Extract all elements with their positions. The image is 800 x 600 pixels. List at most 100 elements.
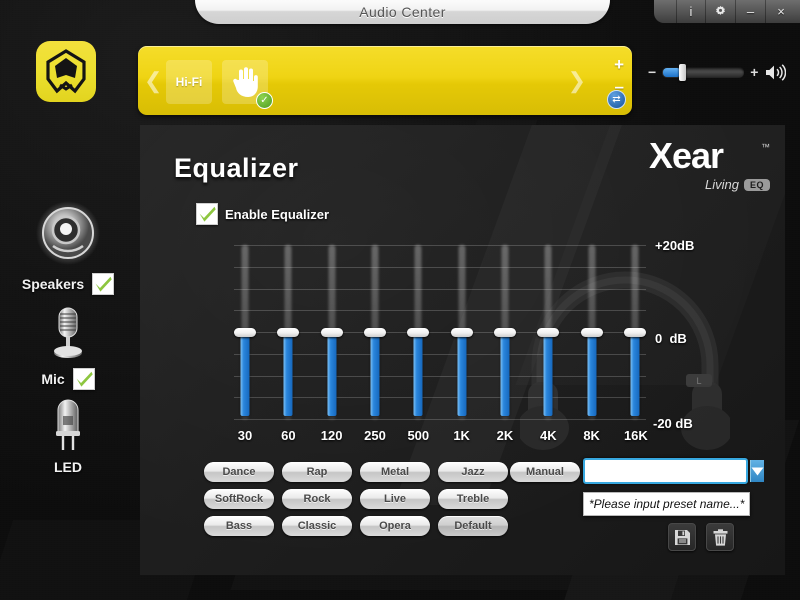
sidebar-item-led[interactable]: LED: [0, 390, 136, 475]
preset-button-opera[interactable]: Opera: [360, 516, 430, 536]
enable-equalizer-check[interactable]: [196, 203, 218, 225]
app-logo[interactable]: [36, 41, 96, 102]
preset-button-softrock[interactable]: SoftRock: [204, 489, 274, 509]
preset-button-rap[interactable]: Rap: [282, 462, 352, 482]
equalizer-band-thumb[interactable]: [493, 328, 516, 337]
equalizer-band-30[interactable]: [234, 245, 256, 420]
xear-logo: Xear ™ Living EQ: [649, 138, 770, 192]
equalizer-band-thumb[interactable]: [234, 328, 256, 337]
preset-button-metal[interactable]: Metal: [360, 462, 430, 482]
preset-button-rock[interactable]: Rock: [282, 489, 352, 509]
volume-slider-thumb[interactable]: [679, 63, 687, 81]
volume-slider[interactable]: [662, 63, 745, 81]
chevron-right-icon[interactable]: ❯: [568, 68, 586, 94]
volume-increase-button[interactable]: +: [750, 65, 758, 79]
equalizer-band-fill: [630, 332, 640, 416]
effect-tile-hand[interactable]: ✓: [222, 60, 273, 109]
equalizer-band-120[interactable]: [320, 245, 343, 420]
preset-name-tooltip: *Please input preset name...*: [583, 492, 750, 516]
enable-equalizer-checkbox[interactable]: Enable Equalizer: [196, 203, 329, 225]
preset-button-dance[interactable]: Dance: [204, 462, 274, 482]
preset-button-bass[interactable]: Bass: [204, 516, 274, 536]
settings-button[interactable]: [706, 0, 736, 23]
preset-manual-button[interactable]: Manual: [510, 462, 580, 482]
info-button[interactable]: i: [676, 0, 706, 23]
equalizer-band-fill: [587, 332, 597, 416]
preset-name-input[interactable]: [585, 460, 750, 482]
frequency-label: 500: [407, 428, 430, 443]
app-shield-icon: [46, 48, 86, 93]
equalizer-band-8K[interactable]: [580, 245, 603, 420]
equalizer-sliders: [234, 245, 646, 420]
minimize-button[interactable]: –: [736, 0, 766, 23]
window-controls: i – ×: [654, 0, 800, 23]
window-title: Audio Center: [359, 4, 446, 20]
equalizer-graph: [234, 245, 646, 420]
frequency-label: 120: [320, 428, 343, 443]
delete-preset-button[interactable]: [706, 523, 734, 551]
sidebar-item-speakers[interactable]: Speakers: [0, 200, 136, 295]
frequency-label: 16K: [623, 428, 648, 443]
equalizer-band-thumb[interactable]: [407, 328, 430, 337]
info-icon: i: [689, 4, 693, 19]
preset-button-jazz[interactable]: Jazz: [438, 462, 508, 482]
volume-decrease-button[interactable]: −: [648, 65, 656, 79]
equalizer-band-2K[interactable]: [493, 245, 516, 420]
sidebar-item-mic-label: Mic: [41, 371, 65, 387]
effect-tile-hifi-label: Hi-Fi: [175, 75, 203, 89]
equalizer-band-fill: [283, 332, 293, 416]
equalizer-band-fill: [413, 332, 423, 416]
preset-button-default[interactable]: Default: [438, 516, 508, 536]
equalizer-band-thumb[interactable]: [580, 328, 603, 337]
chevron-down-icon[interactable]: [750, 460, 764, 482]
equalizer-band-fill: [370, 332, 380, 416]
equalizer-band-thumb[interactable]: [623, 328, 646, 337]
preset-button-live[interactable]: Live: [360, 489, 430, 509]
hand-icon: [233, 67, 258, 97]
close-button[interactable]: ×: [766, 0, 796, 23]
minimize-icon: –: [746, 4, 755, 19]
effect-increase-button[interactable]: +: [614, 56, 624, 73]
close-icon: ×: [777, 4, 785, 19]
chevron-left-icon[interactable]: ❮: [144, 68, 162, 94]
preset-name-combobox[interactable]: [583, 458, 764, 484]
gear-icon: [716, 5, 725, 15]
frequency-label: 1K: [453, 428, 470, 443]
master-volume-control: − +: [648, 60, 793, 84]
db-label-zero: 0 dB: [655, 331, 687, 346]
preset-buttons: Dance Rap Metal Jazz SoftRock Rock Live Treble B…: [204, 462, 508, 536]
equalizer-band-500[interactable]: [407, 245, 430, 420]
equalizer-band-thumb[interactable]: [450, 328, 473, 337]
equalizer-panel: L Equalizer Enable Equalizer Xear ™ Livi…: [140, 125, 785, 575]
check-icon: [76, 371, 93, 387]
equalizer-band-16K[interactable]: [623, 245, 646, 420]
effect-tile-hifi[interactable]: Hi-Fi: [166, 60, 212, 104]
preset-button-classic[interactable]: Classic: [282, 516, 352, 536]
equalizer-band-thumb[interactable]: [537, 328, 560, 337]
equalizer-band-250[interactable]: [363, 245, 386, 420]
equalizer-band-fill: [543, 332, 553, 416]
speaker-icon[interactable]: [764, 63, 787, 82]
preset-row: Bass Classic Opera Default: [204, 516, 508, 536]
sidebar-item-mic[interactable]: Mic: [0, 305, 136, 390]
equalizer-band-thumb[interactable]: [363, 328, 386, 337]
save-preset-button[interactable]: [668, 523, 696, 551]
preset-button-treble[interactable]: Treble: [438, 489, 508, 509]
effect-enabled-badge: ✓: [256, 92, 273, 109]
equalizer-band-60[interactable]: [277, 245, 300, 420]
check-icon: [95, 276, 112, 292]
page-title: Equalizer: [174, 153, 299, 183]
effect-selector-bar[interactable]: ❮ ❯ Hi-Fi ✓ + – ⇄: [138, 46, 632, 115]
frequency-label: 250: [364, 428, 386, 443]
equalizer-band-1K[interactable]: [450, 245, 473, 420]
equalizer-band-4K[interactable]: [537, 245, 560, 420]
equalizer-band-thumb[interactable]: [277, 328, 300, 337]
swap-icon[interactable]: ⇄: [607, 90, 626, 109]
mic-enabled-checkbox[interactable]: [72, 368, 95, 390]
equalizer-band-fill: [500, 332, 510, 416]
frequency-label: 60: [281, 428, 296, 443]
trash-icon: [713, 528, 727, 546]
speakers-enabled-checkbox[interactable]: [92, 273, 115, 295]
equalizer-band-thumb[interactable]: [320, 328, 343, 337]
svg-text:Xear: Xear: [649, 138, 724, 176]
